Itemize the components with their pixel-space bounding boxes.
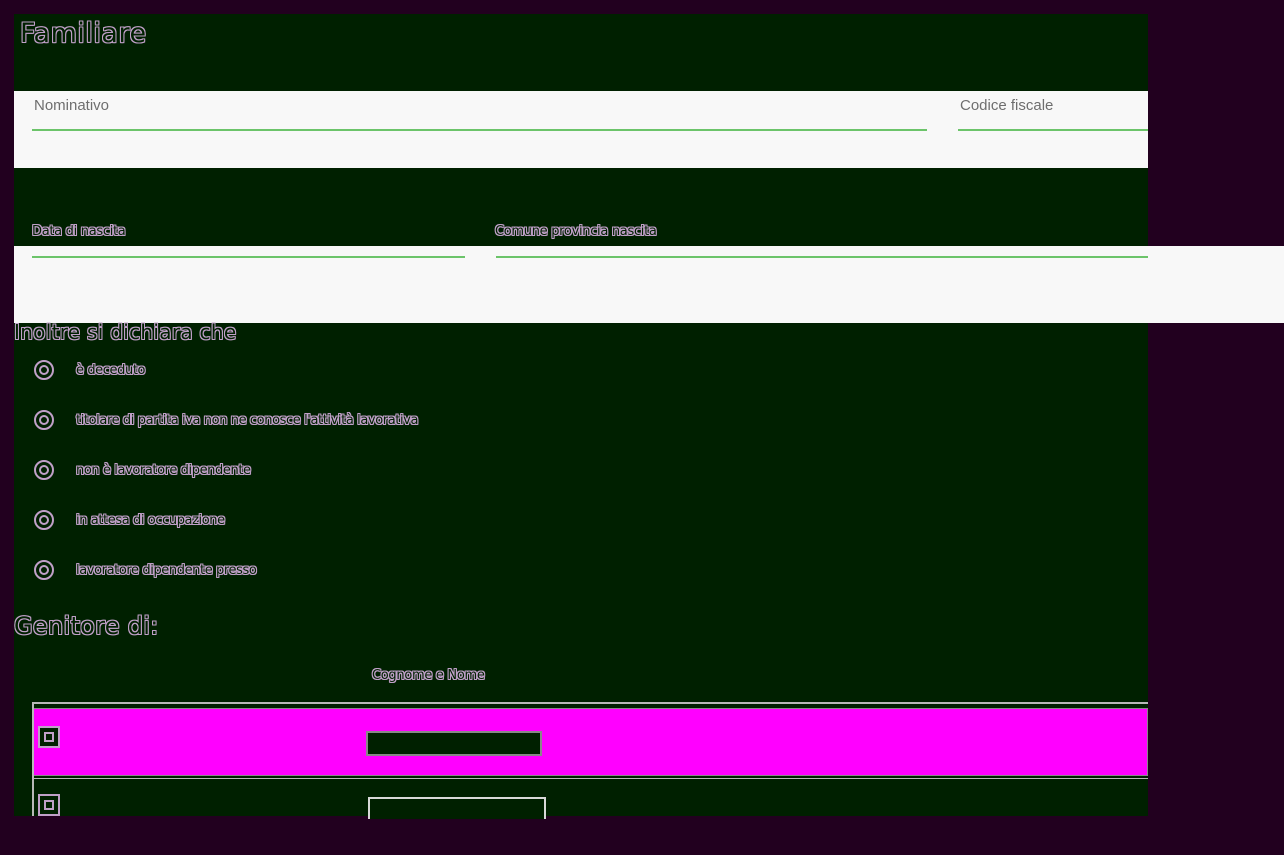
option-dipendente-presso[interactable]: lavoratore dipendente presso	[34, 557, 257, 583]
radio-icon[interactable]	[34, 510, 54, 530]
table-left-border	[32, 702, 34, 816]
codice-fiscale-label: Codice fiscale	[960, 97, 1054, 114]
option-label: non è lavoratore dipendente	[76, 462, 251, 478]
radio-icon[interactable]	[34, 560, 54, 580]
table-top-border	[32, 702, 1148, 704]
option-label: in attesa di occupazione	[76, 512, 225, 528]
radio-icon[interactable]	[34, 460, 54, 480]
row-name-cell[interactable]	[368, 797, 546, 819]
nominativo-field[interactable]	[32, 129, 927, 131]
parent-heading: Genitore di:	[14, 612, 159, 640]
codice-fiscale-field[interactable]	[958, 129, 1148, 131]
nominativo-label: Nominativo	[34, 97, 110, 114]
comune-nascita-label: Comune provincia nascita	[495, 224, 657, 239]
radio-icon[interactable]	[34, 360, 54, 380]
radio-icon[interactable]	[34, 410, 54, 430]
table-row-divider	[32, 778, 1148, 779]
row-checkbox[interactable]	[38, 726, 60, 748]
option-deceduto[interactable]: è deceduto	[34, 357, 145, 383]
option-label: titolare di partita iva non ne conosce l…	[76, 412, 419, 428]
comune-nascita-field[interactable]	[496, 256, 1148, 258]
option-attesa-occupazione[interactable]: in attesa di occupazione	[34, 507, 225, 533]
row-checkbox[interactable]	[38, 794, 60, 816]
option-partita-iva[interactable]: titolare di partita iva non ne conosce l…	[34, 407, 418, 433]
data-nascita-label: Data di nascita	[32, 224, 126, 239]
table-row-selected[interactable]	[32, 708, 1148, 776]
data-nascita-field[interactable]	[32, 256, 465, 258]
option-label: lavoratore dipendente presso	[76, 562, 257, 578]
option-label: è deceduto	[76, 362, 146, 378]
row-name-cell[interactable]	[366, 731, 542, 756]
declaration-heading: Inoltre si dichiara che	[14, 320, 237, 344]
form-title: Familiare	[20, 18, 147, 49]
column-header-nome: Cognome e Nome	[372, 668, 485, 683]
option-non-dipendente[interactable]: non è lavoratore dipendente	[34, 457, 251, 483]
